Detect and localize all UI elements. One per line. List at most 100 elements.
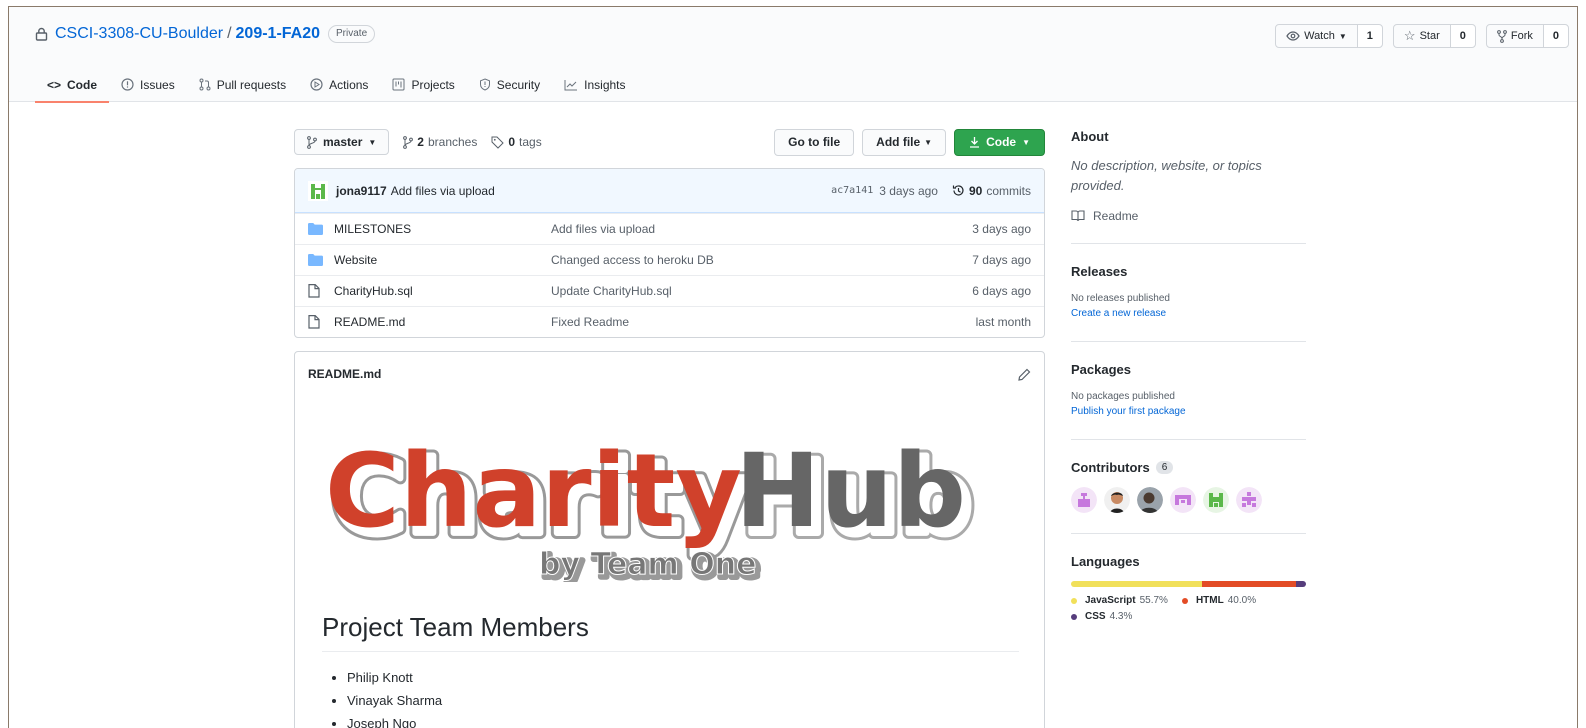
language-percent: 4.3% [1109,611,1133,622]
tab-pull-requests[interactable]: Pull requests [187,67,298,102]
fork-button[interactable]: Fork [1487,25,1544,47]
branches-count: 2 [417,135,424,149]
file-age: 7 days ago [972,253,1031,267]
language-name: JavaScript [1085,595,1136,606]
commit-message[interactable]: Add files via upload [391,184,495,198]
contributors-title: Contributors [1071,460,1150,475]
repo-name-link[interactable]: 209-1-FA20 [236,25,321,43]
avatar[interactable] [1104,487,1130,513]
commit-author[interactable]: jona9117 [336,184,387,198]
language-name: HTML [1195,595,1224,606]
file-row[interactable]: CharityHub.sql Update CharityHub.sql 6 d… [295,275,1044,306]
publish-package-link[interactable]: Publish your first package [1071,404,1306,419]
caret-down-icon: ▼ [924,137,933,147]
file-commit-message[interactable]: Add files via upload [551,222,972,236]
branches-link[interactable]: 2 branches [403,135,477,149]
add-file-button[interactable]: Add file ▼ [862,128,947,156]
list-item: Joseph Ngo [347,716,442,728]
star-count[interactable]: 0 [1450,25,1475,47]
tab-label: Security [496,77,541,92]
tab-code[interactable]: <> Code [35,67,110,103]
file-age: 6 days ago [972,284,1031,298]
avatar[interactable] [1071,487,1097,513]
language-percent: 40.0% [1227,595,1257,606]
charityhub-logo: Charity Charity Charity Hub Hub Hub by T… [325,432,979,582]
tab-insights[interactable]: Insights [552,67,637,102]
history-icon [952,185,964,196]
file-row[interactable]: MILESTONES Add files via upload 3 days a… [295,213,1044,244]
repo-owner-link[interactable]: CSCI-3308-CU-Boulder [55,25,223,43]
language-bar-segment [1201,581,1296,587]
star-button[interactable]: ☆ Star [1394,25,1451,47]
repo-separator: / [227,25,232,42]
create-release-link[interactable]: Create a new release [1071,306,1306,321]
commits-label: commits [986,183,1031,198]
branch-select-button[interactable]: master ▼ [294,129,390,155]
readme-link[interactable]: Readme [1071,209,1306,223]
folder-icon [308,254,324,266]
pull-request-icon [199,78,211,91]
caret-down-icon: ▼ [1338,31,1347,41]
tab-label: Insights [584,77,626,92]
releases-title[interactable]: Releases [1071,264,1306,279]
tags-label: tags [519,135,542,149]
watch-count[interactable]: 1 [1357,25,1382,47]
tab-security[interactable]: Security [467,67,552,102]
author-avatar[interactable] [308,180,328,201]
about-description: No description, website, or topics provi… [1071,158,1262,193]
contributor-avatars [1071,487,1306,513]
file-icon [308,284,324,298]
go-to-file-button[interactable]: Go to file [774,128,855,156]
tags-link[interactable]: 0 tags [491,135,542,149]
tab-projects[interactable]: Projects [380,67,466,102]
file-name[interactable]: Website [334,253,551,267]
tab-actions[interactable]: Actions [298,67,380,102]
language-item[interactable]: JavaScript 55.7% [1071,595,1168,606]
code-icon: <> [47,77,62,92]
file-row[interactable]: Website Changed access to heroku DB 7 da… [295,244,1044,275]
eye-icon [1286,31,1300,41]
releases-section: Releases No releases published Create a … [1071,264,1306,342]
language-color-dot [1071,613,1077,620]
star-button-group: ☆ Star 0 [1392,24,1476,48]
tab-issues[interactable]: Issues [109,67,187,102]
tab-label: Projects [411,77,455,92]
file-name[interactable]: MILESTONES [334,222,551,236]
file-commit-message[interactable]: Changed access to heroku DB [551,253,972,267]
fork-count[interactable]: 0 [1543,25,1568,47]
file-name[interactable]: CharityHub.sql [334,284,551,298]
language-bar-segment [1071,581,1202,587]
fork-button-group: Fork 0 [1485,24,1569,48]
packages-title[interactable]: Packages [1071,362,1306,377]
readme-header: README.md [295,352,1044,396]
list-item: Philip Knott [347,670,442,685]
commits-count: 90 [968,183,983,198]
languages-section: Languages JavaScript 55.7% HTML 40.0% CS… [1071,554,1306,627]
avatar[interactable] [1203,487,1229,513]
pencil-icon[interactable] [1018,368,1031,381]
visibility-badge: Private [328,25,376,43]
code-download-button[interactable]: Code ▼ [954,128,1045,156]
avatar[interactable] [1137,487,1163,513]
watch-label: Watch [1304,30,1335,42]
lock-icon [35,27,48,41]
watch-button[interactable]: Watch ▼ [1276,25,1358,47]
fork-label: Fork [1510,30,1533,42]
avatar[interactable] [1170,487,1196,513]
file-name[interactable]: README.md [334,315,551,329]
fork-icon [1496,29,1507,43]
language-legend: JavaScript 55.7% HTML 40.0% CSS 4.3% [1071,595,1291,627]
commit-sha[interactable]: ac7a141 [831,185,873,196]
star-icon: ☆ [1403,28,1416,43]
file-row[interactable]: README.md Fixed Readme last month [295,306,1044,337]
language-item[interactable]: CSS 4.3% [1071,611,1132,622]
language-color-dot [1071,597,1077,604]
avatar[interactable] [1236,487,1262,513]
commits-link[interactable]: 90 commits [952,184,1031,198]
contributors-heading[interactable]: Contributors 6 [1071,460,1306,475]
file-commit-message[interactable]: Update CharityHub.sql [551,284,972,298]
language-color-dot [1181,597,1188,604]
readme-heading: Project Team Members [322,612,1019,652]
language-item[interactable]: HTML 40.0% [1181,595,1257,606]
file-commit-message[interactable]: Fixed Readme [551,315,976,329]
